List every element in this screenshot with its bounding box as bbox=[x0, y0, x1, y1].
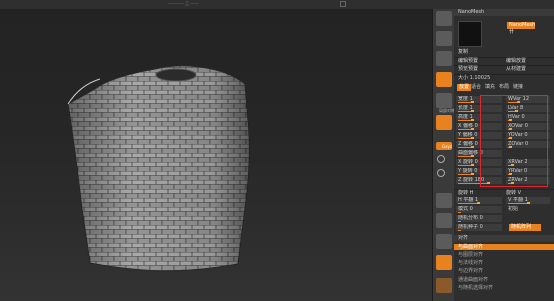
rand-seed-slider[interactable]: 随机种子 0 bbox=[456, 224, 502, 231]
gyro2-icon[interactable] bbox=[437, 169, 445, 177]
shelf-icon-column: 局部对称 Gxyz bbox=[432, 9, 455, 301]
prop-row-1: 编辑预置 编辑放置 bbox=[454, 57, 554, 64]
align-item-layer[interactable]: 与图层对齐 bbox=[458, 252, 550, 258]
tab-fit[interactable]: 适合 bbox=[471, 84, 481, 91]
prop-row-2: 预览预置 从材建置 bbox=[454, 65, 554, 72]
rotate-icon[interactable] bbox=[436, 234, 452, 249]
pattern-slider[interactable]: 模式 0 bbox=[456, 206, 502, 213]
frame-icon[interactable] bbox=[436, 115, 452, 130]
ghost-icon[interactable] bbox=[436, 51, 452, 66]
tool-thumbnail[interactable] bbox=[458, 21, 482, 47]
viewport-canvas[interactable] bbox=[0, 9, 432, 301]
solo-icon[interactable] bbox=[436, 278, 452, 293]
tab-fill[interactable]: 填充 bbox=[485, 84, 495, 91]
tool-name: NanoMesh bbox=[454, 9, 554, 16]
align-section-title[interactable]: 对齐 bbox=[454, 235, 554, 242]
floor-icon[interactable] bbox=[436, 72, 452, 87]
align-item-surface[interactable]: 与曲面对齐 bbox=[454, 244, 554, 250]
align-item-random[interactable]: 与随机选择对齐 bbox=[458, 285, 550, 291]
gyro-icon[interactable] bbox=[437, 155, 445, 163]
top-bar-text: ———— 乙 —— bbox=[168, 1, 199, 6]
move-icon[interactable] bbox=[436, 193, 452, 208]
top-bar-toggle[interactable] bbox=[340, 1, 346, 7]
prop-row-0: 复制 bbox=[458, 49, 469, 55]
align-item-channel[interactable]: 通道曲面对齐 bbox=[458, 277, 550, 283]
polyf-icon[interactable] bbox=[436, 255, 452, 270]
lsym-icon[interactable]: 局部对称 bbox=[436, 93, 455, 113]
xyz-icon[interactable]: Gxyz bbox=[436, 142, 452, 150]
rotate-row: 旋转 H 旋转 V bbox=[454, 189, 554, 196]
highlight-box bbox=[480, 95, 548, 187]
size-slider[interactable]: 大小 1.10025 bbox=[454, 74, 554, 81]
v-flip-slider[interactable]: V 平翻 1 bbox=[506, 197, 550, 204]
randomize-button[interactable]: 随机阵列 bbox=[509, 224, 541, 231]
align-item-border[interactable]: 与边界对齐 bbox=[458, 268, 550, 274]
tab-layout[interactable]: 布局 bbox=[499, 84, 509, 91]
armor-mesh-render bbox=[67, 65, 250, 272]
transp-icon[interactable] bbox=[436, 31, 452, 46]
poly-icon[interactable] bbox=[436, 11, 452, 26]
pattern-init[interactable]: 初始 bbox=[504, 206, 544, 213]
seed-slider[interactable]: 随机分布 0 bbox=[456, 215, 502, 222]
tab-strip: 放置 适合 填充 布局 链接 bbox=[454, 84, 554, 91]
align-item-normal[interactable]: 与法线对齐 bbox=[458, 260, 550, 266]
scale-icon[interactable] bbox=[436, 213, 452, 228]
nanomesh-button[interactable]: NanoMesh 卄 bbox=[507, 22, 535, 35]
tab-placement[interactable]: 放置 bbox=[457, 84, 472, 91]
tab-link[interactable]: 链接 bbox=[513, 84, 523, 91]
h-flip-slider[interactable]: H 平翻 1 bbox=[456, 197, 502, 204]
top-bar: ———— 乙 —— bbox=[0, 0, 554, 9]
